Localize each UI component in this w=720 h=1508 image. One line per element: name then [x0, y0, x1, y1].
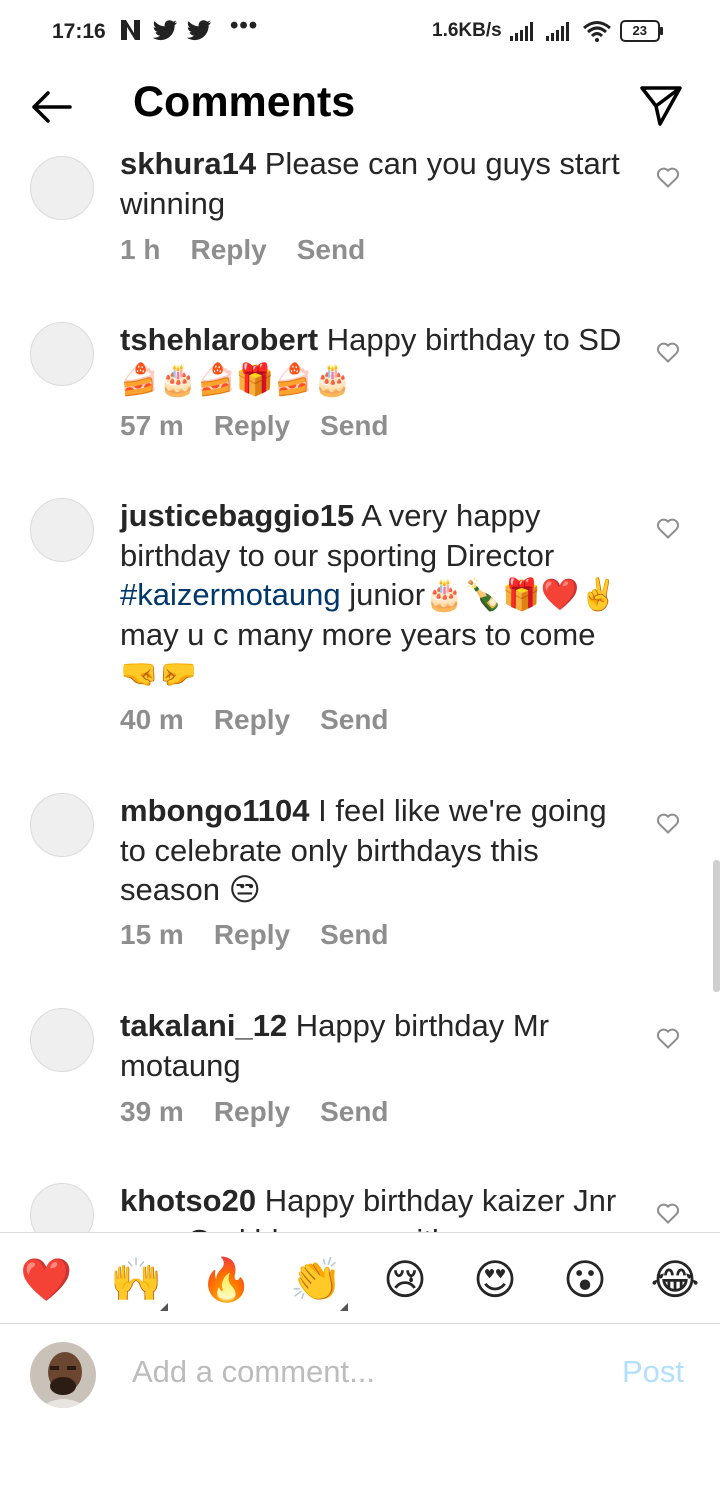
comment-text: khotso20 Happy birthday kaizer Jnr may G… [120, 1181, 635, 1232]
crying-emoji-button[interactable]: 😢 [380, 1255, 430, 1305]
comment-text: skhura14 Please can you guys start winni… [120, 146, 635, 223]
tears-of-joy-emoji-button[interactable]: 😂 [650, 1255, 700, 1305]
emoji-quick-bar: ❤️ 🙌 🔥 👏 😢 😍 😮 😂 [0, 1232, 720, 1324]
signal-icon [545, 22, 569, 41]
comment-text: mbongo1104 I feel like we're going to ce… [120, 791, 635, 910]
profile-photo-icon [30, 1342, 96, 1408]
notification-icons [118, 18, 212, 42]
like-heart-icon[interactable] [656, 341, 680, 363]
reply-button[interactable]: Reply [190, 234, 266, 266]
raising-hands-emoji: 🙌 [110, 1256, 163, 1303]
avatar[interactable] [30, 156, 94, 220]
comments-list[interactable]: skhura14 Please can you guys start winni… [0, 146, 720, 1232]
avatar[interactable] [30, 1008, 94, 1072]
reply-button[interactable]: Reply [214, 704, 290, 736]
battery-icon: 23 [619, 20, 663, 42]
comment-meta: 15 m Reply Send [120, 919, 419, 951]
comment-text: takalani_12 Happy birthday Mr motaung [120, 1006, 635, 1085]
like-heart-icon[interactable] [656, 1202, 680, 1224]
like-heart-icon[interactable] [656, 812, 680, 834]
fire-emoji-button[interactable]: 🔥 [200, 1255, 252, 1305]
clapping-hands-emoji-button[interactable]: 👏 [290, 1255, 348, 1311]
surprised-emoji-button[interactable]: 😮 [560, 1255, 610, 1305]
comments-header: Comments [0, 66, 720, 146]
comment-username[interactable]: tshehlarobert [120, 322, 318, 357]
comment-text: tshehlarobert Happy birthday to SD 🍰🎂🍰🎁🍰… [120, 320, 635, 399]
like-heart-icon[interactable] [656, 166, 680, 188]
comment-composer: Add a comment... Post [0, 1324, 720, 1424]
status-time: 17:16 [52, 20, 106, 43]
comment-username[interactable]: skhura14 [120, 146, 256, 181]
like-heart-icon[interactable] [656, 1027, 680, 1049]
clapping-hands-emoji: 👏 [290, 1256, 343, 1303]
avatar[interactable] [30, 793, 94, 857]
send-button[interactable]: Send [320, 1096, 388, 1128]
network-speed: 1.6KB/s [432, 20, 502, 41]
comment-meta: 57 m Reply Send [120, 410, 419, 442]
comment-time: 15 m [120, 919, 184, 950]
comment-meta: 1 h Reply Send [120, 234, 395, 266]
wifi-icon [582, 21, 611, 42]
system-status: 1.6KB/s 23 [432, 20, 663, 42]
comment-meta: 39 m Reply Send [120, 1096, 419, 1128]
reply-button[interactable]: Reply [214, 1096, 290, 1128]
avatar[interactable] [30, 322, 94, 386]
twitter-icon [186, 20, 211, 41]
send-button[interactable]: Send [297, 234, 365, 266]
avatar[interactable] [30, 498, 94, 562]
comment-username[interactable]: khotso20 [120, 1183, 256, 1218]
comment-text: justicebaggio15 A very happy birthday to… [120, 496, 635, 694]
scrollbar[interactable] [713, 860, 720, 992]
comment-input[interactable]: Add a comment... [132, 1354, 375, 1390]
avatar[interactable] [30, 1183, 94, 1232]
more-notifications-icon: ••• [230, 12, 259, 39]
comment-username[interactable]: takalani_12 [120, 1008, 287, 1043]
avatar[interactable] [30, 1342, 96, 1408]
page-title: Comments [133, 78, 356, 126]
comment-username[interactable]: mbongo1104 [120, 793, 310, 828]
send-button[interactable]: Send [320, 704, 388, 736]
twitter-icon [152, 20, 177, 41]
back-arrow-icon[interactable] [28, 84, 74, 130]
reply-button[interactable]: Reply [214, 919, 290, 951]
post-button[interactable]: Post [622, 1354, 684, 1390]
comment-time: 1 h [120, 234, 161, 265]
like-heart-icon[interactable] [656, 517, 680, 539]
hashtag-link[interactable]: #kaizermotaung [120, 577, 341, 612]
skin-tone-indicator-icon [340, 1303, 348, 1311]
comment-username[interactable]: justicebaggio15 [120, 498, 354, 533]
comment-time: 39 m [120, 1096, 184, 1127]
heart-eyes-emoji-button[interactable]: 😍 [470, 1255, 520, 1305]
heart-emoji-button[interactable]: ❤️ [20, 1255, 72, 1305]
netflix-icon [121, 20, 140, 40]
raising-hands-emoji-button[interactable]: 🙌 [110, 1255, 168, 1311]
send-button[interactable]: Send [320, 919, 388, 951]
reply-button[interactable]: Reply [214, 410, 290, 442]
comment-meta: 40 m Reply Send [120, 704, 419, 736]
status-bar: 17:16 ••• 1.6KB/s 23 [0, 0, 720, 66]
direct-send-icon[interactable] [638, 82, 684, 128]
comment-time: 40 m [120, 704, 184, 735]
skin-tone-indicator-icon [160, 1303, 168, 1311]
comment-time: 57 m [120, 410, 184, 441]
send-button[interactable]: Send [320, 410, 388, 442]
signal-icon [509, 22, 533, 41]
